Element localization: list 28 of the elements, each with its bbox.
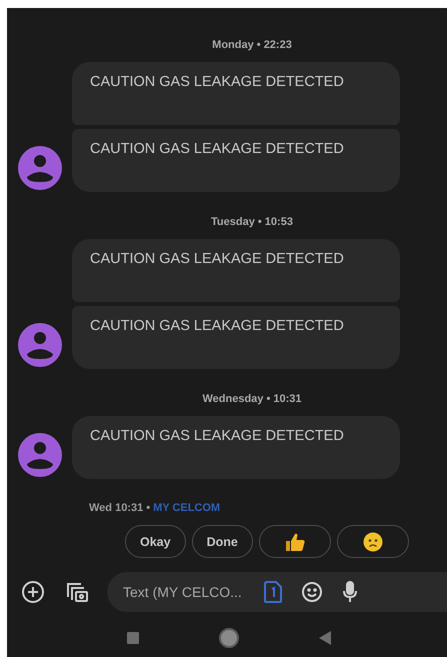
- suggestion-chip[interactable]: [258, 525, 331, 558]
- contact-avatar-icon[interactable]: [18, 323, 62, 367]
- message-bubble: CAUTION GAS LEAKAGE DETECTED: [72, 239, 400, 302]
- thumbs-up-icon: [284, 532, 306, 552]
- emoji-icon[interactable]: [301, 581, 323, 603]
- message-field[interactable]: Text (MY CELCO...: [123, 584, 243, 600]
- sender-name: MY CELCOM: [153, 501, 220, 515]
- suggestion-chip[interactable]: [336, 525, 409, 558]
- date-divider: Wednesday • 10:31: [202, 392, 302, 407]
- gallery-icon[interactable]: [65, 580, 89, 604]
- message-timestamp: Wed 10:31: [89, 501, 144, 515]
- suggestion-chip[interactable]: Done: [192, 525, 253, 558]
- worried-face-icon: [362, 532, 383, 552]
- date-divider: Monday • 22:23: [212, 38, 292, 53]
- back-icon[interactable]: [319, 631, 331, 645]
- suggestion-chip[interactable]: Okay: [125, 525, 186, 558]
- home-icon[interactable]: [219, 628, 239, 648]
- message-bubble: CAUTION GAS LEAKAGE DETECTED: [72, 416, 400, 479]
- message-bubble: CAUTION GAS LEAKAGE DETECTED: [72, 129, 400, 192]
- message-bubble: CAUTION GAS LEAKAGE DETECTED: [72, 306, 400, 369]
- sim-card-icon[interactable]: [263, 581, 283, 603]
- date-divider: Tuesday • 10:53: [211, 215, 293, 230]
- message-bubble: CAUTION GAS LEAKAGE DETECTED: [72, 62, 400, 125]
- separator-dot: •: [146, 501, 150, 515]
- contact-avatar-icon[interactable]: [18, 146, 62, 190]
- add-icon[interactable]: [21, 580, 45, 604]
- microphone-icon[interactable]: [341, 581, 359, 603]
- contact-avatar-icon[interactable]: [18, 433, 62, 477]
